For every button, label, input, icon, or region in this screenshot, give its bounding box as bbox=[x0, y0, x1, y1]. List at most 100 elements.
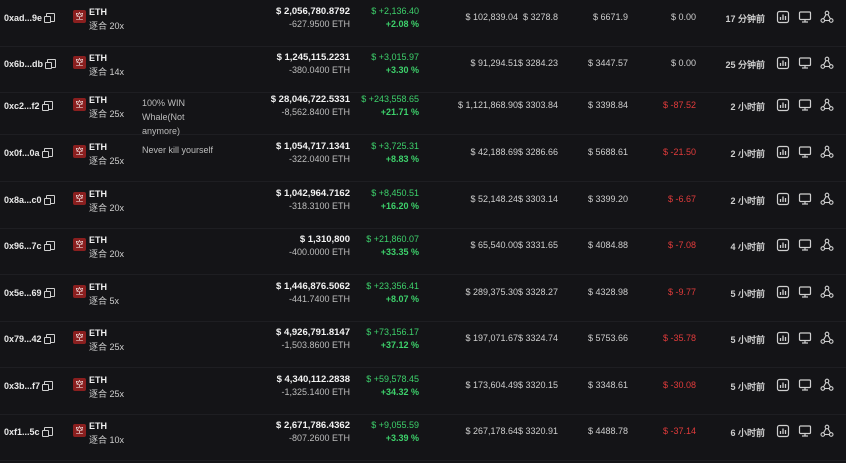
short-badge: 空 bbox=[73, 192, 86, 205]
table-row[interactable]: 0x3b...f7 空 ETH 逐合 25x $ 4,340,112.2838 -1,32… bbox=[0, 368, 846, 415]
wallet-note: Never kill yourself bbox=[142, 145, 214, 155]
copy-icon[interactable] bbox=[43, 241, 55, 251]
short-badge: 空 bbox=[73, 285, 86, 298]
chart-icon[interactable] bbox=[776, 238, 790, 252]
pnl-percent: +8.83 % bbox=[385, 154, 419, 164]
row-actions bbox=[776, 10, 842, 24]
share-icon[interactable] bbox=[820, 10, 834, 24]
row-actions bbox=[776, 238, 842, 252]
copy-icon[interactable] bbox=[44, 13, 56, 23]
table-row[interactable]: 0x5e...69 空 ETH 逐合 5x $ 1,446,876.5062 -441.7… bbox=[0, 275, 846, 322]
share-icon[interactable] bbox=[820, 424, 834, 438]
address-text: 0xf1...5c bbox=[4, 427, 40, 437]
wallet-address[interactable]: 0x6b...db bbox=[4, 58, 57, 69]
monitor-icon[interactable] bbox=[798, 56, 812, 70]
chart-icon[interactable] bbox=[776, 98, 790, 112]
table-row[interactable]: 0xad...9e 空 ETH 逐合 20x $ 2,056,780.8792 -627.… bbox=[0, 0, 846, 47]
coin-symbol: ETH bbox=[89, 282, 107, 292]
liquidation-price: $ 4328.98 bbox=[587, 287, 628, 297]
wallet-address[interactable]: 0x0f...0a bbox=[4, 147, 53, 158]
position-value: $ 28,046,722.5331 bbox=[270, 94, 350, 105]
copy-icon[interactable] bbox=[41, 427, 53, 437]
liquidation-price: $ 5688.61 bbox=[587, 147, 628, 157]
share-icon[interactable] bbox=[820, 238, 834, 252]
wallet-address[interactable]: 0xf1...5c bbox=[4, 426, 53, 437]
monitor-icon[interactable] bbox=[798, 145, 812, 159]
wallet-address[interactable]: 0x3b...f7 bbox=[4, 380, 54, 391]
chart-icon[interactable] bbox=[776, 285, 790, 299]
coin-symbol: ETH bbox=[89, 375, 107, 385]
address-text: 0xc2...f2 bbox=[4, 101, 40, 111]
table-row[interactable]: 0x6b...db 空 ETH 逐合 14x $ 1,245,115.2231 -380.… bbox=[0, 46, 846, 93]
entry-price: $ 3286.66 bbox=[517, 147, 558, 157]
monitor-icon[interactable] bbox=[798, 378, 812, 392]
table-row[interactable]: 0x0f...0a 空 ETH 逐合 25x Never kill yourself $ … bbox=[0, 135, 846, 182]
chart-icon[interactable] bbox=[776, 424, 790, 438]
margin-value: $ 1,121,868.90 bbox=[457, 100, 518, 110]
address-text: 0x79...42 bbox=[4, 334, 42, 344]
margin-value: $ 267,178.64 bbox=[465, 426, 518, 436]
table-row[interactable]: 0x96...7c 空 ETH 逐合 20x $ 1,310,800 -400.0000 … bbox=[0, 228, 846, 275]
wallet-address[interactable]: 0x5e...69 bbox=[4, 287, 55, 298]
position-size: -380.0400 ETH bbox=[288, 65, 350, 75]
chart-icon[interactable] bbox=[776, 378, 790, 392]
table-row[interactable]: 0x8a...c0 空 ETH 逐合 20x $ 1,042,964.7162 -318.… bbox=[0, 182, 846, 229]
leverage-label: 逐合 20x bbox=[89, 203, 125, 213]
position-size: -1,325.1400 ETH bbox=[281, 387, 350, 397]
share-icon[interactable] bbox=[820, 285, 834, 299]
copy-icon[interactable] bbox=[41, 101, 53, 111]
funding-fee: $ -21.50 bbox=[662, 147, 696, 157]
wallet-address[interactable]: 0xad...9e bbox=[4, 12, 56, 23]
copy-icon[interactable] bbox=[43, 334, 55, 344]
share-icon[interactable] bbox=[820, 56, 834, 70]
coin-symbol: ETH bbox=[89, 95, 107, 105]
monitor-icon[interactable] bbox=[798, 10, 812, 24]
position-size: -8,562.8400 ETH bbox=[281, 107, 350, 117]
monitor-icon[interactable] bbox=[798, 331, 812, 345]
pnl-percent: +16.20 % bbox=[380, 201, 419, 211]
copy-icon[interactable] bbox=[43, 288, 55, 298]
leverage-label: 逐合 10x bbox=[89, 435, 125, 445]
wallet-address[interactable]: 0xc2...f2 bbox=[4, 100, 53, 111]
chart-icon[interactable] bbox=[776, 192, 790, 206]
share-icon[interactable] bbox=[820, 331, 834, 345]
monitor-icon[interactable] bbox=[798, 192, 812, 206]
monitor-icon[interactable] bbox=[798, 98, 812, 112]
chart-icon[interactable] bbox=[776, 331, 790, 345]
margin-value: $ 173,604.49 bbox=[465, 380, 518, 390]
liquidation-price: $ 4084.88 bbox=[587, 240, 628, 250]
pnl-percent: +37.12 % bbox=[380, 340, 419, 350]
share-icon[interactable] bbox=[820, 98, 834, 112]
copy-icon[interactable] bbox=[41, 148, 53, 158]
share-icon[interactable] bbox=[820, 145, 834, 159]
monitor-icon[interactable] bbox=[798, 238, 812, 252]
address-text: 0x6b...db bbox=[4, 59, 44, 69]
address-text: 0x0f...0a bbox=[4, 148, 40, 158]
table-row[interactable]: 0xc2...f2 空 ETH 逐合 25x 100% WIN Whale(Not an… bbox=[0, 88, 846, 136]
entry-price: $ 3278.8 bbox=[522, 12, 558, 22]
table-row[interactable]: 0xf1...5c 空 ETH 逐合 10x $ 2,671,786.4362 -807.… bbox=[0, 414, 846, 461]
copy-icon[interactable] bbox=[43, 195, 55, 205]
row-actions bbox=[776, 378, 842, 392]
chart-icon[interactable] bbox=[776, 10, 790, 24]
copy-icon[interactable] bbox=[45, 59, 57, 69]
wallet-address[interactable]: 0x8a...c0 bbox=[4, 194, 55, 205]
pnl-percent: +33.35 % bbox=[380, 247, 419, 257]
wallet-address[interactable]: 0x79...42 bbox=[4, 333, 55, 344]
table-row[interactable]: 0x79...42 空 ETH 逐合 25x $ 4,926,791.8147 -1,50… bbox=[0, 321, 846, 368]
funding-fee: $ 0.00 bbox=[670, 58, 696, 68]
monitor-icon[interactable] bbox=[798, 285, 812, 299]
funding-fee: $ -6.67 bbox=[667, 194, 696, 204]
liquidation-price: $ 3348.61 bbox=[587, 380, 628, 390]
position-value: $ 1,446,876.5062 bbox=[276, 281, 350, 292]
copy-icon[interactable] bbox=[42, 381, 54, 391]
address-text: 0x3b...f7 bbox=[4, 381, 41, 391]
coin-symbol: ETH bbox=[89, 53, 107, 63]
chart-icon[interactable] bbox=[776, 56, 790, 70]
row-actions bbox=[776, 145, 842, 159]
monitor-icon[interactable] bbox=[798, 424, 812, 438]
share-icon[interactable] bbox=[820, 192, 834, 206]
chart-icon[interactable] bbox=[776, 145, 790, 159]
wallet-address[interactable]: 0x96...7c bbox=[4, 240, 55, 251]
share-icon[interactable] bbox=[820, 378, 834, 392]
